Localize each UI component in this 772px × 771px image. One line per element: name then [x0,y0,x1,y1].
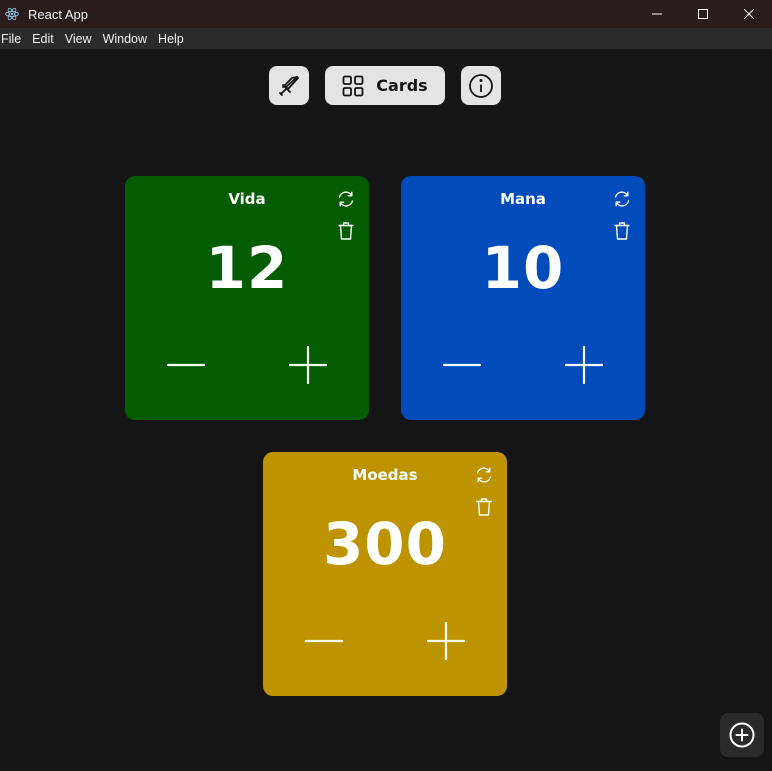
minus-icon [443,363,481,367]
counter-card-moedas: Moedas 300 [263,452,507,696]
menu-window[interactable]: Window [102,32,153,46]
increment-button[interactable] [563,344,605,386]
close-button[interactable] [726,0,772,28]
decrement-button[interactable] [441,344,483,386]
menu-bar: File Edit View Window Help [0,28,772,49]
title-bar: React App [0,0,772,28]
counter-value: 12 [205,234,289,302]
plus-icon [289,346,327,384]
card-title: Mana [500,190,546,208]
minimize-button[interactable] [634,0,680,28]
refresh-icon[interactable] [475,466,493,484]
cards-button[interactable]: Cards [325,66,445,105]
plus-icon [427,622,465,660]
sword-icon [279,75,299,96]
minimize-icon [652,13,662,15]
refresh-icon[interactable] [613,190,631,208]
counter-value: 10 [481,234,565,302]
counter-card-mana: Mana 10 [401,176,645,420]
info-button[interactable] [461,66,501,105]
cards-label: Cards [376,76,428,95]
menu-help[interactable]: Help [157,32,190,46]
counter-value: 300 [322,510,448,578]
menu-view[interactable]: View [64,32,98,46]
react-atom-icon [4,6,20,22]
minus-icon [167,363,205,367]
refresh-icon[interactable] [337,190,355,208]
increment-button[interactable] [425,620,467,662]
card-title: Vida [228,190,266,208]
minus-icon [305,639,343,643]
sword-button[interactable] [269,66,309,105]
add-circle-icon [729,722,755,748]
counter-card-vida: Vida 12 [125,176,369,420]
card-title: Moedas [352,466,418,484]
close-icon [744,9,754,19]
grid-icon [342,75,364,96]
menu-edit[interactable]: Edit [31,32,60,46]
info-icon [469,73,493,98]
decrement-button[interactable] [165,344,207,386]
maximize-icon [698,9,708,19]
window-title: React App [28,6,88,22]
decrement-button[interactable] [303,620,345,662]
add-card-button[interactable] [720,713,764,757]
maximize-button[interactable] [680,0,726,28]
plus-icon [565,346,603,384]
increment-button[interactable] [287,344,329,386]
menu-file[interactable]: File [0,32,27,46]
